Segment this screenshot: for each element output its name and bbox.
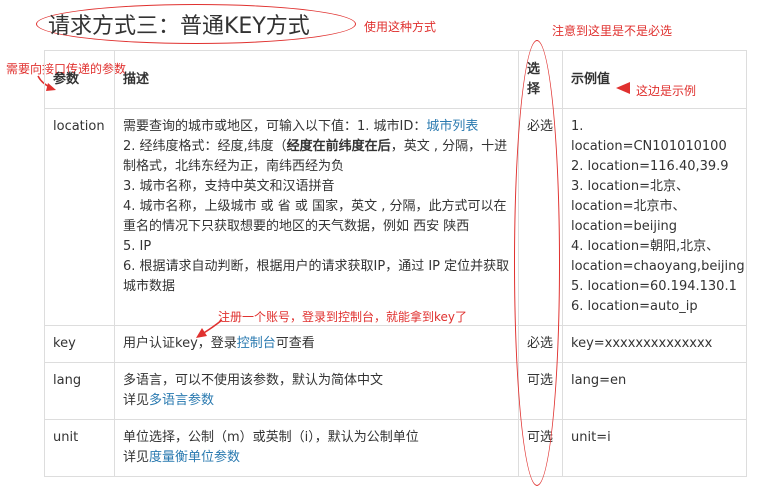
header-param: 参数 [44, 50, 115, 109]
cell-param: lang [44, 362, 115, 420]
table-row-location: location 需要查询的城市或地区，可输入以下值：1. 城市ID：城市列表 … [44, 108, 747, 326]
params-table: 参数 描述 选 择 示例值 location 需要查询的城市或地区，可输入以下值… [44, 50, 747, 477]
key-arrow-icon [196, 319, 223, 338]
note-required: 注意到这里是不是必选 [552, 24, 673, 38]
city-list-link[interactable]: 城市列表 [426, 119, 478, 134]
lang-params-link[interactable]: 多语言参数 [149, 393, 214, 408]
desc-text: 需要查询的城市或地区，可输入以下值：1. 城市ID： [123, 119, 427, 134]
cell-param: key [44, 325, 115, 363]
example-line: 4. location=朝阳,北京、 [571, 239, 720, 254]
desc-text: 详见 [123, 450, 150, 465]
page-title: 请求方式三：普通KEY方式 [48, 14, 310, 39]
header-example-label: 示例值 [571, 71, 611, 87]
table-row-key: key 用户认证key，登录控制台可查看 必选 key=xxxxxxxxxxxx… [44, 325, 747, 363]
example-line: location=beijing [571, 219, 678, 234]
cell-desc: 需要查询的城市或地区，可输入以下值：1. 城市ID：城市列表 2. 经纬度格式：… [114, 108, 519, 326]
table-row-lang: lang 多语言，可以不使用该参数，默认为简体中文 详见多语言参数 可选 lan… [44, 362, 747, 420]
desc-line-1: 需要查询的城市或地区，可输入以下值：1. 城市ID：城市列表 [123, 117, 510, 137]
desc-text: 详见 [123, 393, 150, 408]
desc-text: 2. 经纬度格式：经度,纬度（ [123, 139, 287, 154]
note-example-hint: 这边是示例 [636, 84, 697, 98]
unit-params-link[interactable]: 度量衡单位参数 [149, 450, 240, 465]
cell-desc: 单位选择，公制（m）或英制（i），默认为公制单位 详见度量衡单位参数 [114, 419, 519, 477]
desc-line-5: 5. IP [123, 239, 152, 254]
desc-text: 可查看 [275, 336, 315, 351]
cell-example: 1. location=CN101010100 2. location=116.… [562, 108, 747, 326]
example-line: location=chaoyang,beijing [571, 259, 745, 274]
cell-example: unit=i [562, 419, 747, 477]
example-line: 2. location=116.40,39.9 [571, 159, 729, 174]
desc-line-2: 2. 经纬度格式：经度,纬度（经度在前纬度在后，英文 , 分隔，十进制格式，北纬… [123, 137, 510, 177]
cell-desc: 多语言，可以不使用该参数，默认为简体中文 详见多语言参数 [114, 362, 519, 420]
cell-example: lang=en [562, 362, 747, 420]
desc-line-4: 4. 城市名称，上级城市 或 省 或 国家，英文 , 分隔，此方式可以在重名的情… [123, 199, 507, 234]
desc-bold: 经度在前纬度在后 [286, 139, 391, 154]
example-line: 5. location=60.194.130.1 [571, 279, 737, 294]
cell-param: unit [44, 419, 115, 477]
desc-line-1: 多语言，可以不使用该参数，默认为简体中文 [123, 373, 384, 388]
cell-desc: 用户认证key，登录控制台可查看 [114, 325, 519, 363]
table-header-row: 参数 描述 选 择 示例值 [44, 50, 747, 109]
desc-line-2: 详见多语言参数 [123, 391, 510, 411]
example-line: 1. location=CN101010100 [571, 119, 727, 154]
example-line: location=北京市、 [571, 199, 686, 214]
desc-line-1: 单位选择，公制（m）或英制（i），默认为公制单位 [123, 430, 419, 445]
note-use-this: 使用这种方式 [364, 20, 437, 34]
cell-example: key=xxxxxxxxxxxxxx [562, 325, 747, 363]
cell-param: location [44, 108, 115, 326]
example-arrow-icon [616, 82, 630, 94]
desc-line-3: 3. 城市名称，支持中英文和汉语拼音 [123, 179, 335, 194]
table-row-unit: unit 单位选择，公制（m）或英制（i），默认为公制单位 详见度量衡单位参数 … [44, 419, 747, 477]
desc-line-2: 详见度量衡单位参数 [123, 448, 510, 468]
choice-column-ellipse [514, 40, 560, 486]
header-example: 示例值 [562, 50, 747, 109]
console-link[interactable]: 控制台 [237, 336, 276, 351]
header-desc: 描述 [114, 50, 519, 109]
desc-line-6: 6. 根据请求自动判断，根据用户的请求获取IP，通过 IP 定位并获取城市数据 [123, 259, 510, 294]
note-key-hint: 注册一个账号，登录到控制台，就能拿到key了 [218, 310, 468, 324]
example-line: 6. location=auto_ip [571, 299, 698, 314]
example-line: 3. location=北京、 [571, 179, 690, 194]
